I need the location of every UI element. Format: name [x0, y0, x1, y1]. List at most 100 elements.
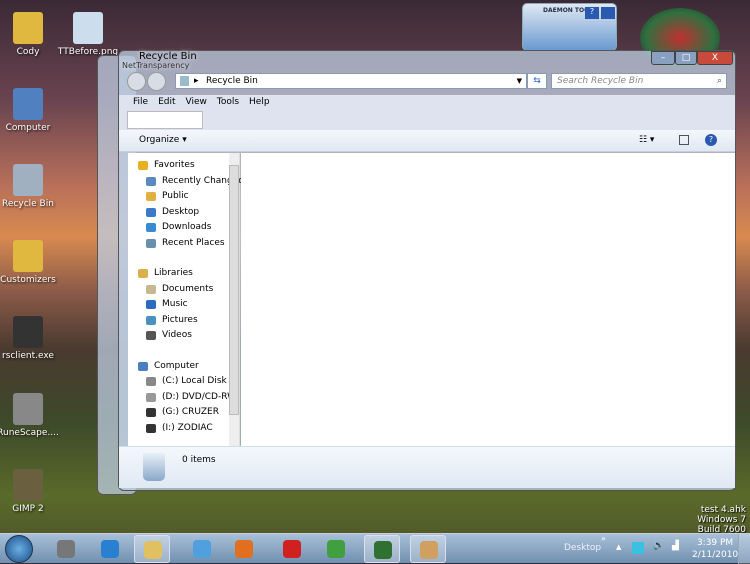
- nav-item-label: Documents: [162, 283, 214, 294]
- preview-pane-button[interactable]: [679, 135, 689, 145]
- cody-icon: [13, 12, 43, 44]
- toolbar-chevron[interactable]: »: [601, 534, 606, 543]
- organize-button[interactable]: Organize ▾: [139, 135, 187, 145]
- nav-item-music[interactable]: Music: [128, 297, 239, 313]
- search-input[interactable]: Search Recycle Bin ⌕: [551, 73, 727, 89]
- script-label: test 4.ahk: [700, 505, 746, 515]
- navigation-pane[interactable]: Favorites Recently Changed Public Desktop Do…: [128, 153, 244, 446]
- desktop-icon-gimp[interactable]: GIMP 2: [0, 469, 63, 514]
- nav-item--c-local-disk[interactable]: (C:) Local Disk: [128, 374, 239, 390]
- ttbefore-icon: [73, 12, 103, 44]
- file-list[interactable]: [241, 153, 735, 446]
- menu-file[interactable]: File: [133, 97, 148, 107]
- desktop-icon-ttbefore[interactable]: TTBefore.png: [53, 12, 123, 57]
- back-button[interactable]: [127, 72, 146, 91]
- maximize-button[interactable]: □: [675, 51, 697, 65]
- desktop-icon-label: rsclient.exe: [2, 351, 54, 361]
- nav-item-label: Computer: [154, 360, 199, 371]
- details-pane: 0 items: [119, 446, 735, 488]
- nav-item-favorites[interactable]: Favorites: [128, 158, 239, 174]
- runescape-icon: [57, 540, 75, 558]
- nav-item-videos[interactable]: Videos: [128, 328, 239, 344]
- taskbar-button[interactable]: [318, 535, 354, 563]
- nav-item-downloads[interactable]: Downloads: [128, 220, 239, 236]
- desktop-icon-rsclient[interactable]: rsclient.exe: [0, 316, 63, 361]
- nav-item-icon: [138, 269, 148, 278]
- media-player-icon: [235, 540, 253, 558]
- nav-item-label: (I:) ZODIAC: [162, 422, 213, 433]
- taskbar-button[interactable]: [274, 535, 310, 563]
- nav-item-label: Recent Places: [162, 237, 225, 248]
- menu-help[interactable]: Help: [249, 97, 270, 107]
- desktop-icon-recycle-bin[interactable]: Recycle Bin: [0, 164, 63, 209]
- menu-edit[interactable]: Edit: [158, 97, 175, 107]
- daemon-tools-gadget[interactable]: DAEMON TOOLS ?: [522, 3, 617, 51]
- nav-item--i-zodiac[interactable]: (I:) ZODIAC: [128, 421, 239, 437]
- views-button[interactable]: ☷ ▾: [639, 135, 654, 145]
- help-icon[interactable]: ?: [705, 134, 717, 146]
- desktop-icon-customizers[interactable]: Customizers: [0, 240, 63, 285]
- nav-item-label: Videos: [162, 330, 192, 340]
- nav-item-icon: [146, 284, 156, 294]
- nav-item-icon: [146, 300, 156, 309]
- nav-item-public[interactable]: Public: [128, 189, 239, 205]
- taskbar: Desktop » ▲ 🔈 ▟ 3:39 PM 2/11/2010: [0, 533, 750, 564]
- nav-item-icon: [146, 315, 156, 325]
- taskbar-button[interactable]: [48, 535, 84, 563]
- nav-item-icon: [146, 392, 156, 402]
- recycle-bin-small-icon: [180, 76, 189, 86]
- nav-item--g-cruzer[interactable]: (G:) CRUZER: [128, 405, 239, 421]
- nav-item-computer[interactable]: Computer: [128, 359, 239, 375]
- nav-item-libraries[interactable]: Libraries: [128, 266, 239, 282]
- clock[interactable]: 3:39 PM 2/11/2010: [692, 537, 738, 561]
- network-icon[interactable]: ▟: [672, 541, 679, 551]
- show-desktop-button[interactable]: [738, 534, 750, 564]
- taskbar-button[interactable]: [134, 535, 170, 563]
- blank-tab[interactable]: [127, 111, 203, 129]
- recycle-bin-icon: [13, 164, 43, 196]
- recycle-bin-window[interactable]: Recycle Bin – □ X ▸ Recycle Bin ▼ ⇆ Sear…: [118, 50, 736, 491]
- menu-view[interactable]: View: [186, 97, 207, 107]
- volume-icon[interactable]: 🔈: [653, 541, 664, 551]
- tray-app-icon[interactable]: [632, 542, 644, 554]
- menu-tools[interactable]: Tools: [217, 97, 239, 107]
- internet-explorer-icon: [101, 540, 119, 558]
- desktop-icon-label: Recycle Bin: [2, 199, 54, 209]
- breadcrumb: Recycle Bin: [206, 76, 258, 86]
- show-hidden-icons-button[interactable]: ▲: [616, 543, 621, 551]
- nav-item--d-dvd-cd-rw[interactable]: (D:) DVD/CD-RW: [128, 390, 239, 406]
- nav-item-label: Music: [162, 299, 188, 309]
- desktop-icon-computer[interactable]: Computer: [0, 88, 63, 133]
- rss-icon[interactable]: [601, 7, 615, 19]
- desktop-icon-label: GIMP 2: [12, 504, 44, 514]
- os-label: Windows 7: [697, 515, 746, 525]
- nav-item-recently-changed[interactable]: Recently Changed: [128, 174, 244, 190]
- taskbar-button[interactable]: [184, 535, 220, 563]
- nav-scrollbar[interactable]: [229, 153, 239, 446]
- clock-date: 2/11/2010: [692, 550, 739, 560]
- taskbar-button[interactable]: [410, 535, 446, 563]
- desktop-icon-runescape[interactable]: RuneScape....: [0, 393, 63, 438]
- close-button[interactable]: X: [697, 51, 733, 65]
- chevron-down-icon[interactable]: ▼: [517, 74, 522, 88]
- nav-item-icon: [146, 238, 156, 248]
- taskbar-button[interactable]: [92, 535, 128, 563]
- nav-item-icon: [146, 207, 156, 217]
- nav-item-recent-places[interactable]: Recent Places: [128, 236, 239, 252]
- minimize-button[interactable]: –: [651, 51, 675, 65]
- address-bar[interactable]: ▸ Recycle Bin ▼: [175, 73, 527, 89]
- taskbar-button[interactable]: [364, 535, 400, 563]
- taskbar-button[interactable]: [226, 535, 262, 563]
- nav-item-label: (C:) Local Disk: [162, 376, 227, 386]
- forward-button[interactable]: [147, 72, 166, 91]
- nav-item-documents[interactable]: Documents: [128, 282, 239, 298]
- help-icon[interactable]: ?: [585, 7, 599, 19]
- start-button[interactable]: [5, 535, 33, 563]
- gimp-icon: [13, 469, 43, 501]
- desktop-toolbar[interactable]: Desktop: [564, 543, 601, 553]
- clock-time: 3:39 PM: [696, 538, 734, 548]
- nav-item-icon: [146, 423, 156, 433]
- refresh-button[interactable]: ⇆: [527, 73, 547, 89]
- nav-item-pictures[interactable]: Pictures: [128, 313, 239, 329]
- nav-item-desktop[interactable]: Desktop: [128, 205, 239, 221]
